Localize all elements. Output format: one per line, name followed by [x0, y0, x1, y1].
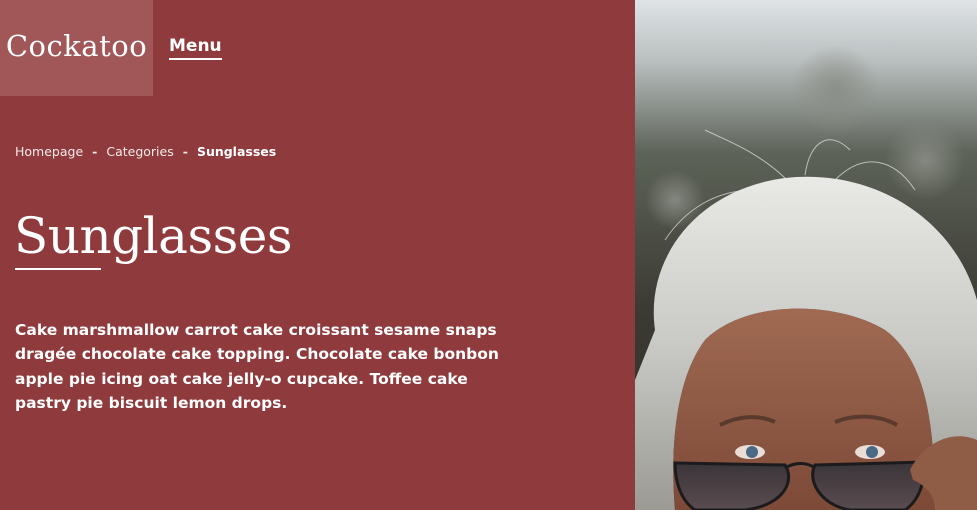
page-description: Cake marshmallow carrot cake croissant s…	[15, 321, 499, 412]
breadcrumb-item-homepage[interactable]: Homepage	[15, 144, 83, 159]
category-page: Cockatoo Menu Homepage - Categories - Su…	[0, 0, 977, 510]
breadcrumb-separator: -	[92, 144, 98, 159]
title-underline	[15, 268, 101, 270]
menu-button[interactable]: Menu	[169, 36, 222, 60]
brand-logo[interactable]: Cockatoo	[0, 0, 153, 96]
breadcrumb-item-current: Sunglasses	[196, 144, 277, 159]
hero-photo-illustration	[635, 0, 977, 510]
breadcrumb-separator: -	[182, 144, 188, 159]
breadcrumb-item-categories[interactable]: Categories	[106, 144, 173, 159]
breadcrumb: Homepage - Categories - Sunglasses	[15, 144, 276, 159]
brand-logo-text: Cockatoo	[5, 29, 148, 63]
hero-photo	[635, 0, 977, 510]
page-title: Sunglasses	[14, 207, 293, 265]
content-panel: Cockatoo Menu Homepage - Categories - Su…	[0, 0, 635, 510]
